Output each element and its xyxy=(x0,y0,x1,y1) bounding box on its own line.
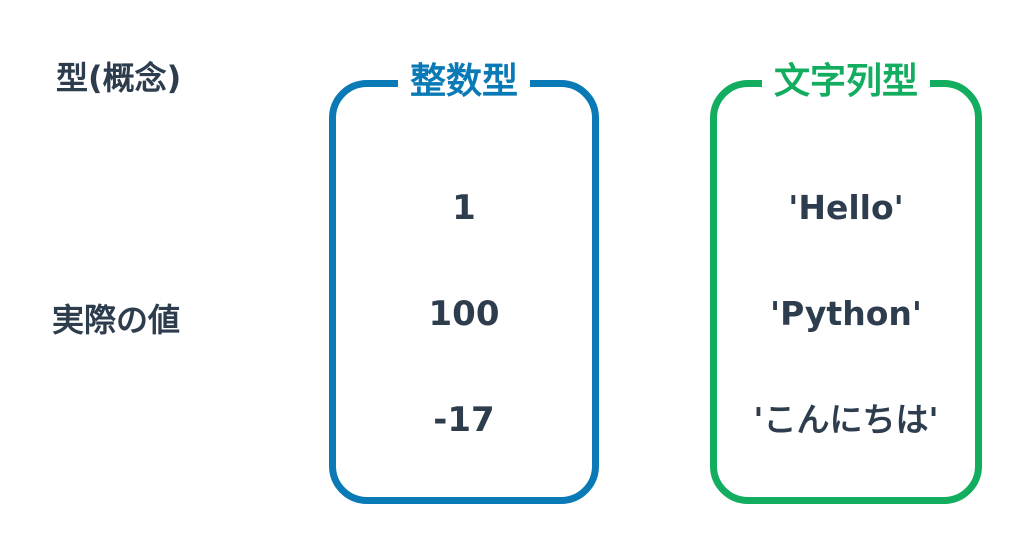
string-value: 'Python' xyxy=(770,294,922,333)
actual-value-label: 実際の値 xyxy=(52,301,181,339)
string-type-box: 文字列型 'Hello' 'Python' 'こんにちは' xyxy=(710,60,982,504)
string-values-list: 'Hello' 'Python' 'こんにちは' xyxy=(710,180,982,498)
string-value: 'こんにちは' xyxy=(753,400,939,439)
integer-type-title: 整数型 xyxy=(397,60,531,104)
string-value: 'Hello' xyxy=(788,188,904,227)
integer-type-box: 整数型 1 100 -17 xyxy=(329,60,599,504)
string-type-title: 文字列型 xyxy=(761,60,931,104)
integer-values-list: 1 100 -17 xyxy=(329,180,599,498)
integer-value: -17 xyxy=(433,400,495,440)
type-concept-label: 型(概念) xyxy=(56,59,182,97)
integer-value: 1 xyxy=(452,188,476,228)
integer-value: 100 xyxy=(428,294,500,334)
